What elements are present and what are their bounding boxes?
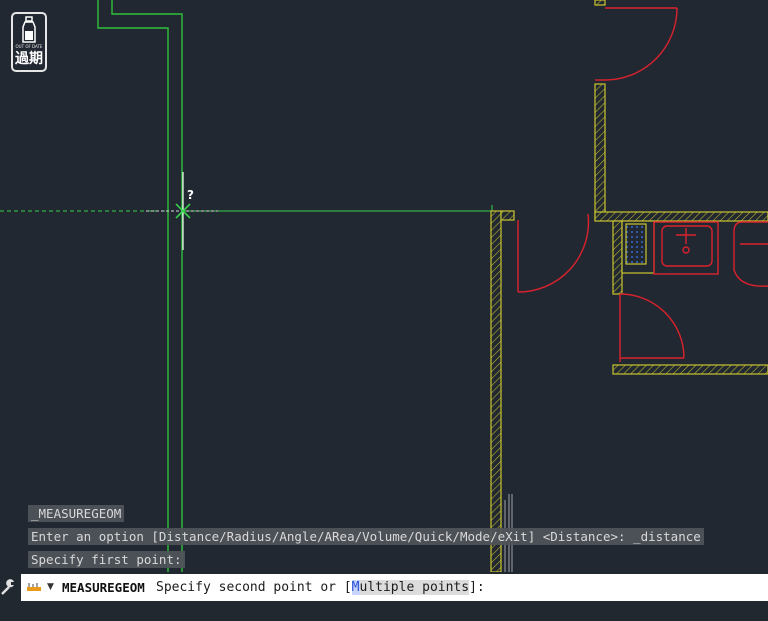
command-history-line: Specify first point: bbox=[28, 551, 185, 568]
option-multiple-points[interactable]: Multiple points bbox=[351, 580, 470, 595]
logo: OUT OF DATE 過期 bbox=[11, 12, 47, 72]
green-guide-lines bbox=[97, 0, 183, 572]
status-strip bbox=[0, 602, 768, 621]
option-key: M bbox=[351, 580, 360, 595]
logo-small-text: OUT OF DATE bbox=[15, 44, 43, 49]
doors bbox=[517, 7, 768, 362]
chevron-down-icon[interactable]: ▼ bbox=[47, 574, 54, 601]
command-prompt: Specify second point or [Multiple points… bbox=[156, 574, 485, 601]
command-history-line: Enter an option [Distance/Radius/Angle/A… bbox=[28, 528, 704, 545]
command-history-line: _MEASUREGEOM bbox=[28, 505, 125, 522]
ruler-icon[interactable] bbox=[27, 582, 41, 592]
logo-text: 過期 bbox=[15, 51, 43, 67]
cursor-tooltip: ? bbox=[187, 188, 194, 202]
command-input[interactable]: ▼ MEASUREGEOM Specify second point or [M… bbox=[21, 574, 768, 601]
prompt-text: Specify second point or [ bbox=[156, 580, 352, 595]
drawing-geometry bbox=[0, 0, 768, 572]
walls bbox=[490, 0, 768, 572]
option-label: ultiple points bbox=[359, 580, 470, 595]
drawing-canvas[interactable]: OUT OF DATE 過期 ? _MEASUREGEOM Enter an o… bbox=[0, 0, 768, 572]
bottle-icon bbox=[22, 16, 36, 43]
tracking-line bbox=[0, 205, 493, 218]
prompt-end: ]: bbox=[469, 580, 485, 595]
command-name: MEASUREGEOM bbox=[62, 580, 145, 595]
wrench-icon[interactable] bbox=[0, 578, 18, 596]
